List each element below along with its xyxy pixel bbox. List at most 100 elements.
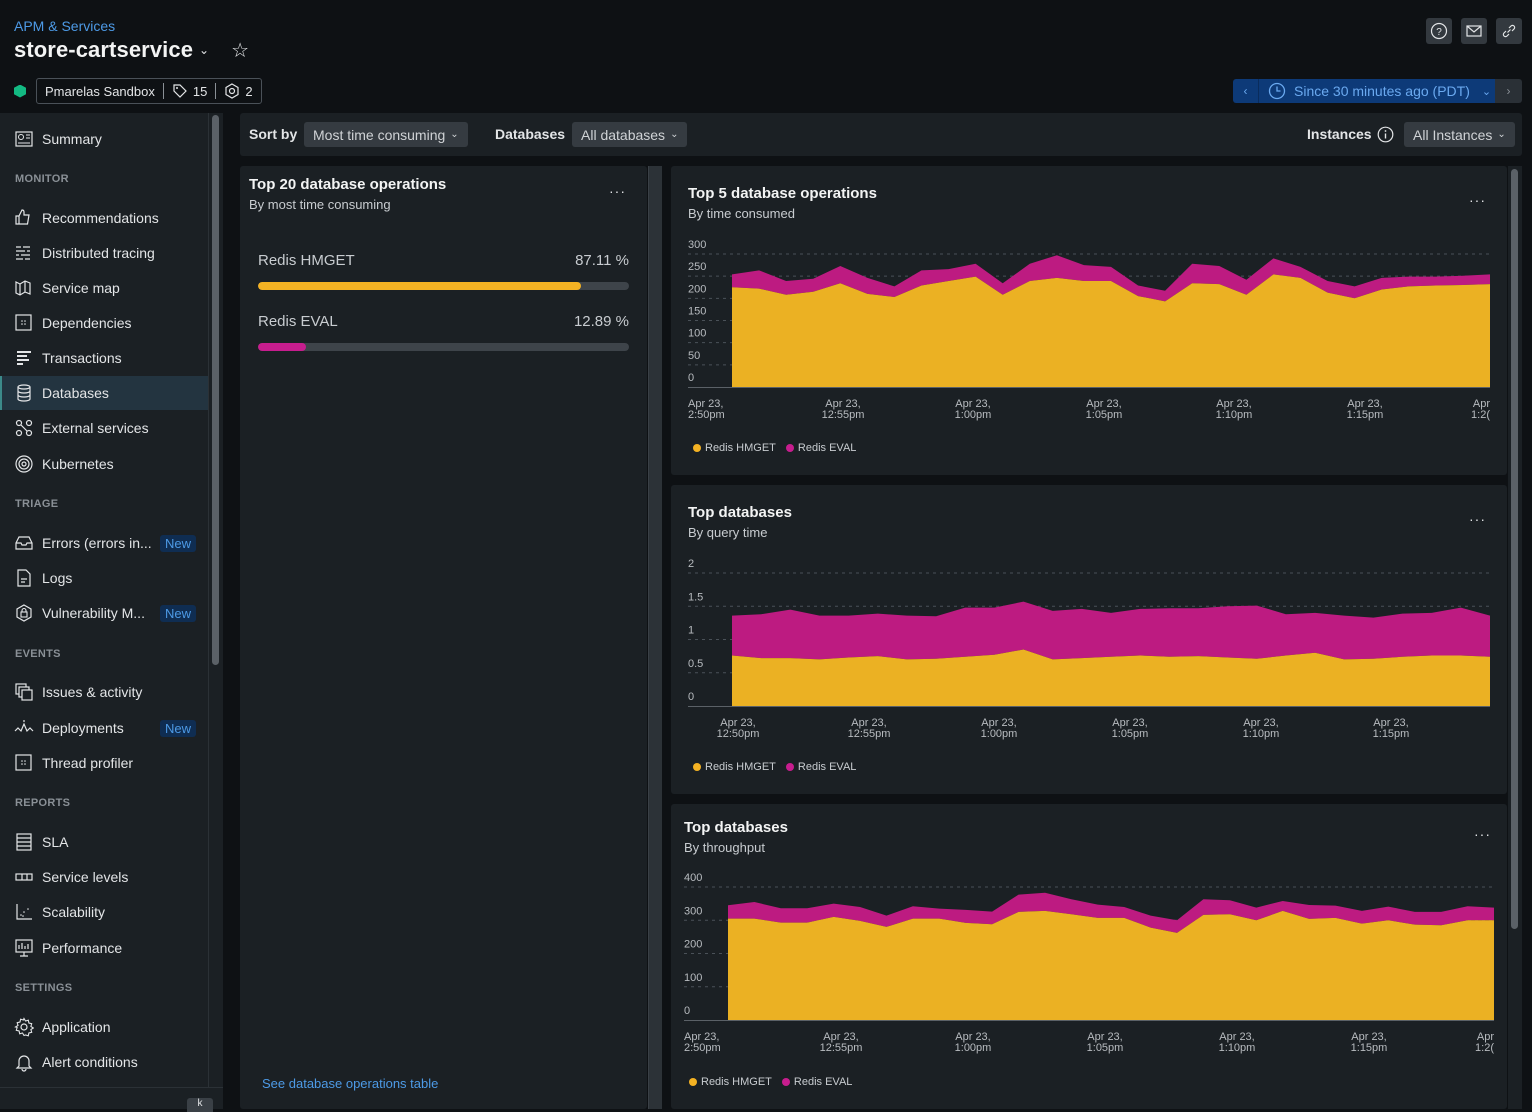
- star-icon[interactable]: ☆: [231, 38, 249, 63]
- sidebar-item-application[interactable]: Application: [0, 1010, 208, 1044]
- sidebar-item-external-services[interactable]: External services: [0, 411, 208, 445]
- related-entities-icon: [225, 83, 239, 99]
- entity-meta-box[interactable]: Pmarelas Sandbox 15 2: [36, 78, 262, 104]
- time-next-button[interactable]: ›: [1495, 79, 1522, 103]
- legend-item-hmget[interactable]: Redis HMGET: [693, 761, 776, 773]
- sidebar-item-label: Errors (errors in...: [42, 535, 152, 551]
- sidebar-item-alert-conditions[interactable]: Alert conditions: [0, 1045, 208, 1079]
- operation-bar-fill: [258, 343, 306, 351]
- sidebar-item-label: Dependencies: [42, 315, 132, 331]
- chart-top-operations[interactable]: 050100150200250300Apr 23,2:50pmApr 23,12…: [671, 166, 1507, 475]
- sidebar-item-label: Service levels: [42, 869, 129, 885]
- x-tick-label: 1:00pm: [981, 728, 1018, 740]
- sidebar-item-errors-errors-in[interactable]: Errors (errors in... New: [0, 526, 208, 560]
- tags-count[interactable]: 15: [172, 83, 207, 99]
- sidebar-item-issues-activity[interactable]: Issues & activity: [0, 675, 208, 709]
- section-triage: TRIAGE: [15, 498, 59, 510]
- x-tick-label: 12:55pm: [822, 409, 865, 421]
- sort-by-select[interactable]: Most time consuming ⌄: [304, 122, 468, 147]
- map-icon: [14, 278, 34, 298]
- x-tick-label: 12:55pm: [820, 1042, 863, 1054]
- sidebar-item-label: Scalability: [42, 904, 106, 920]
- sidebar-item-distributed-tracing[interactable]: Distributed tracing: [0, 236, 208, 270]
- more-options-icon[interactable]: ···: [609, 183, 626, 199]
- time-range-select[interactable]: Since 30 minutes ago (PDT) ⌄: [1259, 79, 1495, 103]
- x-tick-label: 1:15pm: [1347, 409, 1384, 421]
- area-series-redis-hmget: [732, 274, 1490, 387]
- chart-query-time[interactable]: 00.511.52Apr 23,12:50pmApr 23,12:55pmApr…: [671, 485, 1507, 794]
- entities-count[interactable]: 2: [224, 83, 253, 99]
- svg-text:?: ?: [1436, 27, 1442, 38]
- panel-subtitle: By most time consuming: [249, 197, 391, 212]
- top-actions: ?: [1426, 18, 1522, 44]
- see-operations-table-link[interactable]: See database operations table: [262, 1076, 438, 1091]
- divider: [162, 83, 164, 99]
- x-tick-label: 1:05pm: [1112, 728, 1149, 740]
- sidebar-item-scalability[interactable]: Scalability: [0, 895, 208, 929]
- sidebar-item-logs[interactable]: Logs: [0, 561, 208, 595]
- info-icon[interactable]: [1377, 126, 1394, 148]
- sidebar-item-dependencies[interactable]: Dependencies: [0, 306, 208, 340]
- area-series-redis-hmget: [728, 910, 1494, 1020]
- instances-select[interactable]: All Instances ⌄: [1404, 122, 1515, 147]
- sidebar: Summary MONITOR TRIAGE EVENTS REPORTS SE…: [0, 113, 208, 1087]
- new-badge: New: [159, 534, 196, 552]
- y-tick-label: 2: [688, 558, 694, 570]
- time-prev-button[interactable]: ‹: [1233, 79, 1259, 103]
- panel-scrollbar[interactable]: [648, 166, 662, 1109]
- x-tick-label: 1:00pm: [955, 1042, 992, 1054]
- chart-throughput[interactable]: 0100200300400Apr 23,2:50pmApr 23,12:55pm…: [671, 804, 1507, 1109]
- tag-icon: [173, 84, 187, 98]
- time-range-label: Since 30 minutes ago (PDT): [1294, 83, 1470, 99]
- thumbs-up-icon: [14, 208, 34, 228]
- mail-button[interactable]: [1461, 18, 1487, 44]
- chart-legend: Redis HMGET Redis EVAL: [689, 1076, 852, 1088]
- sidebar-item-label: Alert conditions: [42, 1054, 138, 1070]
- sidebar-item-label: Issues & activity: [42, 684, 143, 700]
- operations-panel: Top 20 database operations By most time …: [240, 166, 647, 1109]
- x-tick-label: 1:2(: [1475, 1042, 1494, 1054]
- title-row: store-cartservice ⌄ ☆: [14, 37, 249, 63]
- sidebar-scrollbar[interactable]: [208, 113, 223, 1087]
- sidebar-item-recommendations[interactable]: Recommendations: [0, 201, 208, 235]
- sidebar-item-transactions[interactable]: Transactions: [0, 341, 208, 375]
- breadcrumb[interactable]: APM & Services: [14, 18, 115, 34]
- sidebar-item-thread-profiler[interactable]: Thread profiler: [0, 746, 208, 780]
- chevron-down-icon[interactable]: ⌄: [199, 43, 209, 57]
- sidebar-item-databases[interactable]: Databases: [0, 376, 208, 410]
- instances-label: Instances: [1307, 126, 1372, 142]
- sidebar-item-summary[interactable]: Summary: [0, 122, 208, 156]
- help-button[interactable]: ?: [1426, 18, 1452, 44]
- service-levels-icon: [14, 867, 34, 887]
- legend-item-eval[interactable]: Redis EVAL: [785, 761, 856, 773]
- clock-icon: [1268, 82, 1286, 100]
- sidebar-item-service-levels[interactable]: Service levels: [0, 860, 208, 894]
- legend-item-eval[interactable]: Redis EVAL: [785, 442, 856, 454]
- sidebar-footer: k: [0, 1087, 223, 1112]
- filter-bar: Sort by Most time consuming ⌄ Databases …: [240, 113, 1522, 156]
- sidebar-item-performance[interactable]: Performance: [0, 931, 208, 965]
- y-tick-label: 0: [688, 372, 694, 384]
- sidebar-item-vulnerability-m[interactable]: Vulnerability M... New: [0, 596, 208, 630]
- sidebar-item-kubernetes[interactable]: Kubernetes: [0, 447, 208, 481]
- x-tick-label: 1:15pm: [1351, 1042, 1388, 1054]
- chart-panel-query-time: Top databases By query time ··· 0 0.5 1 1.5…: [671, 485, 1507, 794]
- legend-item-eval[interactable]: Redis EVAL: [781, 1076, 852, 1088]
- sidebar-item-deployments[interactable]: Deployments New: [0, 711, 208, 745]
- legend-item-hmget[interactable]: Redis HMGET: [689, 1076, 772, 1088]
- page-title[interactable]: store-cartservice: [14, 37, 193, 63]
- sidebar-scroll-thumb[interactable]: [212, 115, 219, 665]
- section-settings: SETTINGS: [15, 982, 73, 994]
- main-scroll-thumb[interactable]: [1511, 169, 1518, 929]
- legend-item-hmget[interactable]: Redis HMGET: [693, 442, 776, 454]
- sidebar-item-label: Deployments: [42, 720, 124, 736]
- databases-select[interactable]: All databases ⌄: [572, 122, 688, 147]
- collapse-sidebar-button[interactable]: k: [187, 1098, 213, 1112]
- y-tick-label: 300: [688, 239, 706, 251]
- main-scrollbar[interactable]: [1508, 166, 1522, 1109]
- database-icon: [14, 383, 34, 403]
- sidebar-item-service-map[interactable]: Service map: [0, 271, 208, 305]
- link-button[interactable]: [1496, 18, 1522, 44]
- sidebar-item-sla[interactable]: SLA: [0, 825, 208, 859]
- y-tick-label: 150: [688, 306, 706, 318]
